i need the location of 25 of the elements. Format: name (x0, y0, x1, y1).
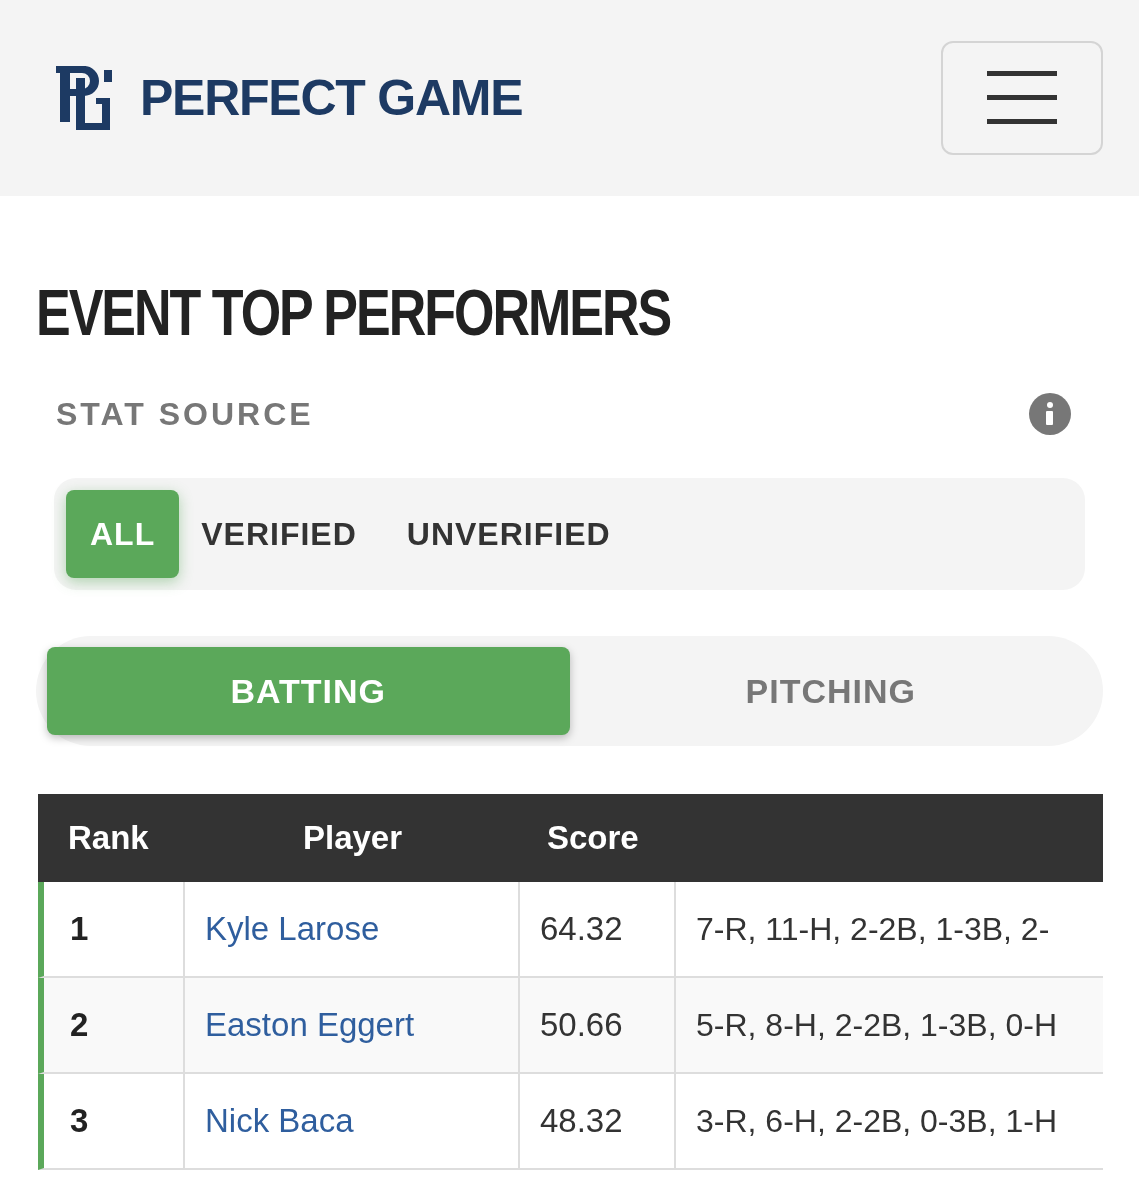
column-header: Player (301, 818, 404, 859)
menu-icon (987, 71, 1057, 125)
rank-cell: 2 (44, 978, 185, 1072)
stats-cell-text: 3-R, 6-H, 2-2B, 0-3B, 1-H (695, 1102, 1058, 1141)
menu-button[interactable] (941, 41, 1103, 155)
rank-cell: 3 (44, 1074, 185, 1168)
score-cell: 48.32 (520, 1074, 676, 1168)
stats-cell-text: 5-R, 8-H, 2-2B, 1-3B, 0-H (695, 1006, 1058, 1045)
source-option[interactable]: VERIFIED (201, 490, 357, 578)
score-cell: 64.32 (520, 882, 676, 976)
rank-cell: 1 (44, 882, 185, 976)
info-icon (1029, 393, 1071, 435)
player-link[interactable]: Easton Eggert (205, 1000, 415, 1050)
brand-name: PERFECT GAME (140, 73, 523, 123)
source-option[interactable]: UNVERIFIED (406, 490, 611, 578)
logo-icon (56, 64, 114, 132)
stats-cell-text: 7-R, 11-H, 2-2B, 1-3B, 2- (695, 910, 1051, 949)
player-link[interactable]: Nick Baca (205, 1096, 354, 1146)
column-header: Score (546, 818, 640, 859)
page-title: EVENT TOP PERFORMERS (36, 280, 672, 345)
player-link[interactable]: Kyle Larose (205, 904, 380, 954)
section-label: STAT SOURCE (56, 395, 314, 434)
tab[interactable]: PITCHING (569, 647, 1092, 735)
score-cell: 50.66 (520, 978, 676, 1072)
column-header: Rank (67, 818, 150, 859)
